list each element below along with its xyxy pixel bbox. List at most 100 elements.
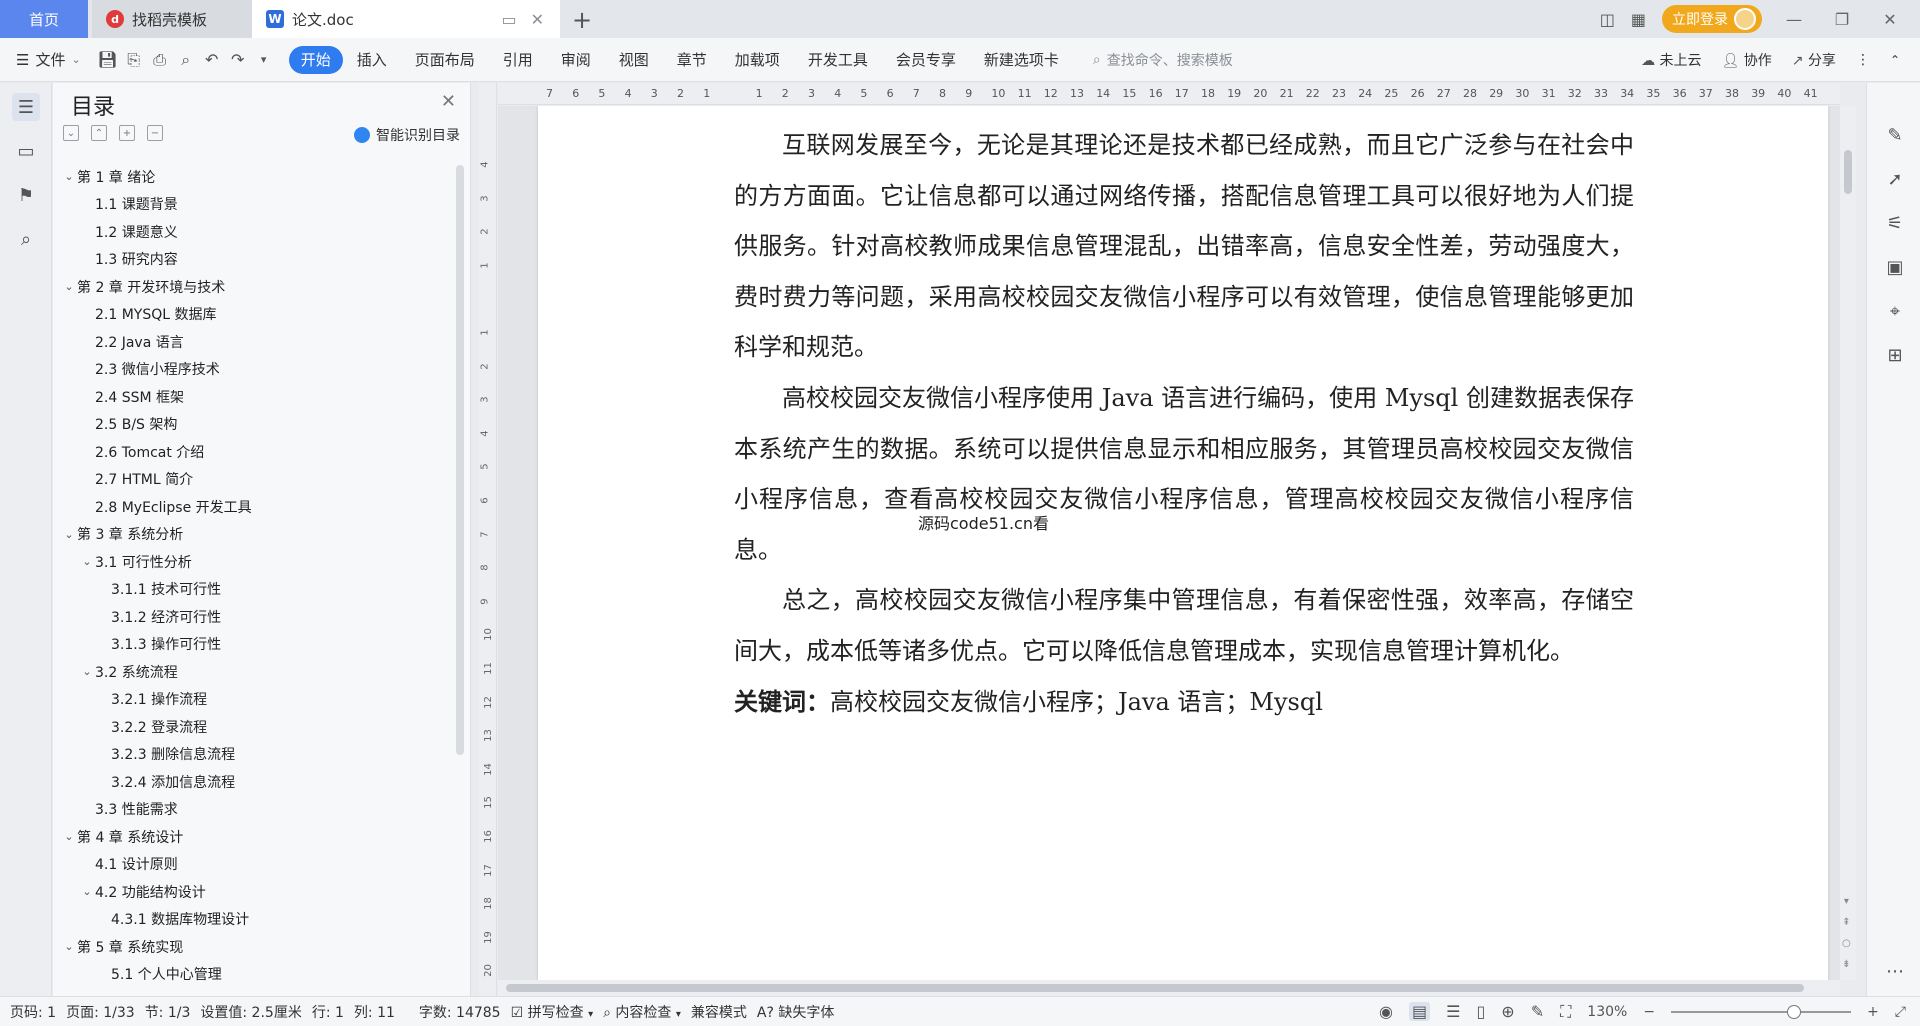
ribbon-tab-home[interactable]: 开始 xyxy=(288,45,343,74)
share-button[interactable]: ↗ 分享 xyxy=(1792,50,1836,70)
collaborate-button[interactable]: 👤︎ 协作 xyxy=(1722,50,1772,70)
zoom-out-icon[interactable]: − xyxy=(1643,1004,1655,1020)
print-preview-icon[interactable]: ⌕ xyxy=(175,49,197,71)
pen-view-icon[interactable]: ✎ xyxy=(1531,1002,1544,1021)
horizontal-scrollbar[interactable] xyxy=(498,980,1840,996)
toc-item[interactable]: 2.2 Java 语言 xyxy=(53,328,445,356)
toc-scrollbar[interactable] xyxy=(456,165,464,755)
horizontal-scroll-thumb[interactable] xyxy=(506,984,1804,992)
command-search[interactable]: ⌕ 查找命令、搜索模板 xyxy=(1093,50,1233,70)
export-pdf-icon[interactable]: ⎘ xyxy=(123,49,145,71)
chevron-down-icon[interactable]: ⌄ xyxy=(61,528,77,541)
scroll-down-icon[interactable]: ▾ xyxy=(1844,896,1849,907)
toc-item[interactable]: ⌄ 第 3 章 系统分析 xyxy=(53,521,445,549)
collapse-ribbon-icon[interactable]: ⌃ xyxy=(1890,53,1900,67)
ribbon-tab-page-layout[interactable]: 页面布局 xyxy=(401,46,489,74)
chevron-down-icon[interactable]: ⌄ xyxy=(79,885,95,898)
toc-item[interactable]: ⌄ 第 1 章 绪论 xyxy=(53,163,445,191)
ribbon-tab-insert[interactable]: 插入 xyxy=(343,46,401,74)
cloud-status-button[interactable]: ☁ 未上云 xyxy=(1641,50,1701,70)
print-icon[interactable]: ⎙ xyxy=(149,49,171,71)
spell-check-button[interactable]: ☑ 拼写检查 ▾ xyxy=(501,1002,594,1022)
keywords-line[interactable]: 关键词：高校校园交友微信小程序；Java 语言；Mysql xyxy=(734,677,1634,728)
toc-item[interactable]: 2.1 MYSQL 数据库 xyxy=(53,301,445,329)
chevron-down-icon[interactable]: ⌄ xyxy=(61,280,77,293)
tab-docer-templates[interactable]: d 找稻壳模板 xyxy=(92,0,252,38)
select-cursor-icon[interactable]: ➚ xyxy=(1883,167,1907,191)
fit-page-icon[interactable]: ⛶ xyxy=(1560,1002,1571,1022)
ribbon-tab-references[interactable]: 引用 xyxy=(489,46,547,74)
restore-icon[interactable]: ❐ xyxy=(1826,10,1858,29)
toc-item[interactable]: 1.3 研究内容 xyxy=(53,246,445,274)
location-icon[interactable]: ⌖ xyxy=(1883,299,1907,323)
zoom-level[interactable]: 130% xyxy=(1587,1004,1627,1020)
screen-icon[interactable]: ▭ xyxy=(501,10,516,29)
reading-view-icon[interactable]: ▯ xyxy=(1476,1002,1485,1021)
next-page-icon[interactable]: ⇟ xyxy=(1842,959,1850,970)
paragraph-2[interactable]: 高校校园交友微信小程序使用 Java 语言进行编码，使用 Mysql 创建数据表… xyxy=(734,373,1634,575)
tab-home[interactable]: 首页 xyxy=(0,0,88,38)
document-page[interactable]: 互联网发展至今，无论是其理论还是技术都已经成熟，而且它广泛参与在社会中的方方面面… xyxy=(538,106,1828,980)
undo-icon[interactable]: ↶ xyxy=(201,49,223,71)
toc-item[interactable]: 1.1 课题背景 xyxy=(53,191,445,219)
toc-item[interactable]: 2.3 微信小程序技术 xyxy=(53,356,445,384)
bookmark-icon[interactable]: ⚑ xyxy=(12,181,40,209)
tab-document[interactable]: W 论文.doc ▭ ✕ xyxy=(252,0,560,38)
ribbon-tab-view[interactable]: 视图 xyxy=(605,46,663,74)
toc-item[interactable]: 3.2.3 删除信息流程 xyxy=(53,741,445,769)
chevron-down-icon[interactable]: ⌄ xyxy=(61,170,77,183)
toc-item[interactable]: 4.3.1 数据库物理设计 xyxy=(53,906,445,934)
close-window-icon[interactable]: ✕ xyxy=(1874,10,1906,29)
vertical-scrollbar[interactable]: ▾ ⇞ ○ ⇟ xyxy=(1840,106,1856,980)
document-body[interactable]: 互联网发展至今，无论是其理论还是技术都已经成熟，而且它广泛参与在社会中的方方面面… xyxy=(734,120,1634,727)
pen-icon[interactable]: ✎ xyxy=(1883,123,1907,147)
ribbon-tab-section[interactable]: 章节 xyxy=(663,46,721,74)
toc-item[interactable]: 3.2.2 登录流程 xyxy=(53,713,445,741)
prev-page-icon[interactable]: ⇞ xyxy=(1842,917,1850,928)
save-icon[interactable]: 💾︎ xyxy=(97,49,119,71)
page-view-icon[interactable]: ▤ xyxy=(1409,1002,1431,1021)
toc-item[interactable]: 3.2.4 添加信息流程 xyxy=(53,768,445,796)
layout-icon[interactable]: ◫ xyxy=(1600,10,1615,29)
ribbon-tab-developer[interactable]: 开发工具 xyxy=(794,46,882,74)
chevron-down-icon[interactable]: ⌄ xyxy=(79,555,95,568)
toc-item[interactable]: 3.1.3 操作可行性 xyxy=(53,631,445,659)
toc-item[interactable]: 3.1.1 技术可行性 xyxy=(53,576,445,604)
reading-icon[interactable]: ⊞ xyxy=(1883,343,1907,367)
toc-item[interactable]: ⌄ 第 4 章 系统设计 xyxy=(53,823,445,851)
collapse-all-icon[interactable]: ⌃ xyxy=(91,125,107,141)
adjust-icon[interactable]: ⚟ xyxy=(1883,211,1907,235)
status-page[interactable]: 页面: 1/33 xyxy=(56,1002,135,1022)
zoom-in-icon[interactable]: + xyxy=(1867,1004,1879,1020)
status-word-count[interactable]: 字数: 14785 xyxy=(395,1002,501,1022)
chevron-down-icon[interactable]: ⌄ xyxy=(61,940,77,953)
ribbon-tab-addins[interactable]: 加载项 xyxy=(721,46,794,74)
ribbon-tab-new[interactable]: 新建选项卡 xyxy=(970,46,1073,74)
content-check-button[interactable]: ⌕ 内容检查 ▾ xyxy=(593,1002,681,1022)
outline-view-icon[interactable]: ☰ xyxy=(1446,1002,1460,1021)
zoom-slider[interactable] xyxy=(1671,1004,1852,1019)
new-tab-button[interactable]: + xyxy=(572,6,592,34)
toc-item[interactable]: 2.7 HTML 简介 xyxy=(53,466,445,494)
search-icon[interactable]: ⌕ xyxy=(12,225,40,253)
toc-item[interactable]: 2.4 SSM 框架 xyxy=(53,383,445,411)
toc-item[interactable]: 2.8 MyEclipse 开发工具 xyxy=(53,493,445,521)
toc-item[interactable]: ⌄ 4.2 功能结构设计 xyxy=(53,878,445,906)
login-button[interactable]: 立即登录 xyxy=(1662,5,1762,33)
toc-item[interactable]: 2.5 B/S 架构 xyxy=(53,411,445,439)
toc-item[interactable]: ⌄ 第 5 章 系统实现 xyxy=(53,933,445,961)
toc-item[interactable]: ⌄ 3.1 可行性分析 xyxy=(53,548,445,576)
toc-item[interactable]: ⌄ 3.2 系统流程 xyxy=(53,658,445,686)
zoom-slider-knob[interactable] xyxy=(1787,1004,1802,1019)
ribbon-tab-member[interactable]: 会员专享 xyxy=(882,46,970,74)
web-view-icon[interactable]: ⊕ xyxy=(1501,1002,1514,1021)
fullscreen-icon[interactable]: ⤢ xyxy=(1895,1004,1906,1020)
smart-toc-button[interactable]: 智能识别目录 xyxy=(354,125,460,145)
toc-nav-icon[interactable]: ☰ xyxy=(12,93,40,121)
customize-quick-access-icon[interactable]: ▾ xyxy=(253,49,275,71)
toc-item[interactable]: 3.3 性能需求 xyxy=(53,796,445,824)
more-icon[interactable]: ⋯ xyxy=(1883,959,1907,983)
toc-item[interactable]: 2.6 Tomcat 介绍 xyxy=(53,438,445,466)
toc-item[interactable]: 4.1 设计原则 xyxy=(53,851,445,879)
paragraph-3[interactable]: 总之，高校校园交友微信小程序集中管理信息，有着保密性强，效率高，存储空间大，成本… xyxy=(734,575,1634,676)
